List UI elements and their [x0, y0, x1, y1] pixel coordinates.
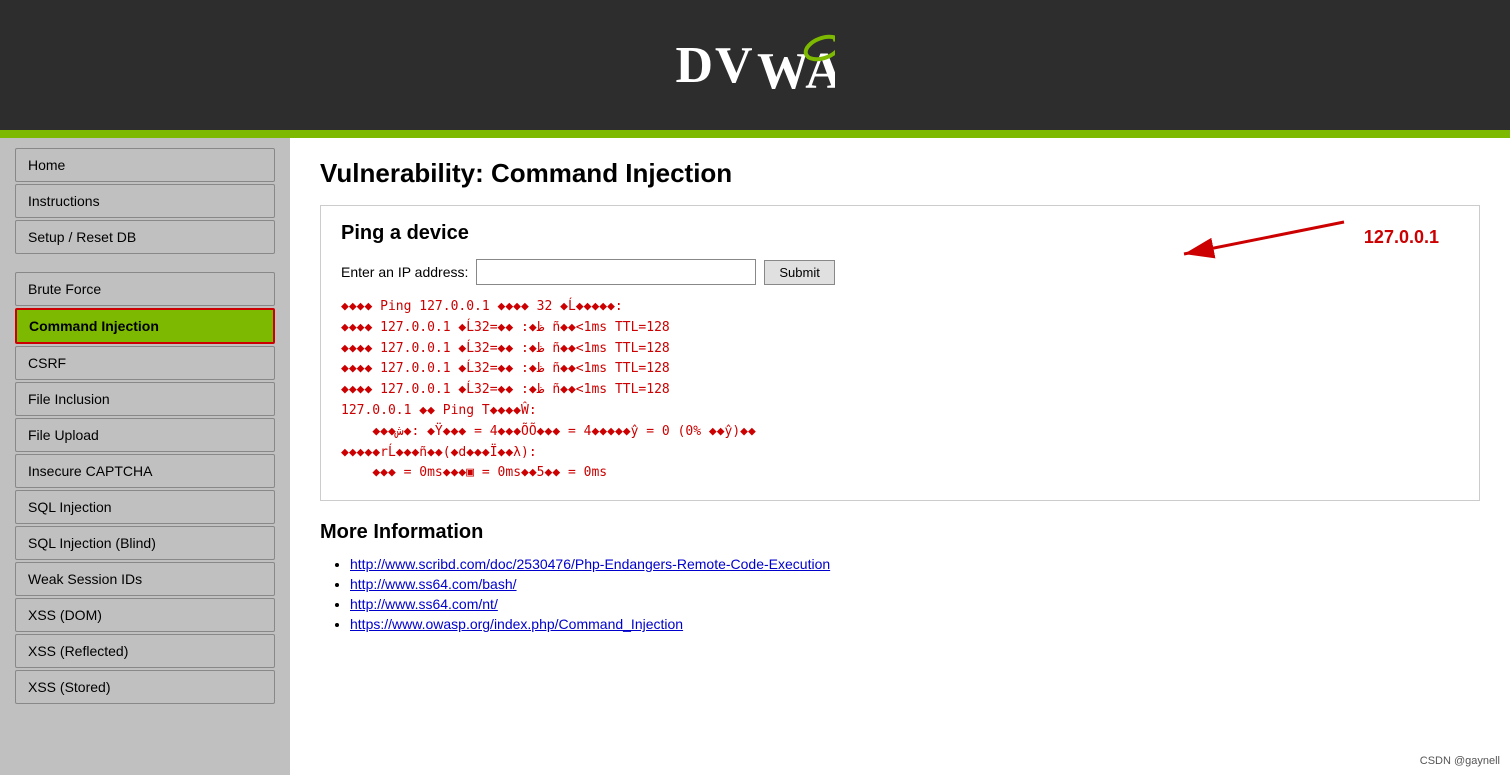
- sidebar: Home Instructions Setup / Reset DB Brute…: [0, 138, 290, 775]
- watermark: CSDN @gaynell: [1420, 755, 1500, 767]
- output-line: ◆◆◆ش◆: ◆Ÿ◆◆◆ = 4◆◆◆ÕÕ◆◆◆ = 4◆◆◆◆◆ŷ = 0 (…: [341, 422, 1459, 443]
- more-info-link-3[interactable]: https://www.owasp.org/index.php/Command_…: [350, 616, 683, 632]
- output-line: ◆◆◆ = 0ms◆◆◆▣ = 0ms◆◆5◆◆ = 0ms: [341, 463, 1459, 484]
- output-line: ◆◆◆◆ 127.0.0.1 ◆Ĺ32=◆◆ :◆ظ ñ◆◆<1ms TTL=1…: [341, 359, 1459, 380]
- logo-swirl-icon: WA: [755, 30, 835, 100]
- ping-box: 127.0.0.1 Ping a device Enter an IP addr…: [320, 205, 1480, 501]
- logo-text: DV: [675, 36, 754, 95]
- nav-group-top: Home Instructions Setup / Reset DB: [15, 148, 275, 254]
- list-item: http://www.ss64.com/bash/: [350, 576, 1480, 592]
- annotation-arrow-icon: [1134, 212, 1354, 262]
- annotation-ip-label: 127.0.0.1: [1364, 227, 1439, 248]
- sidebar-item-insecure-captcha[interactable]: Insecure CAPTCHA: [15, 454, 275, 488]
- more-info-link-2[interactable]: http://www.ss64.com/nt/: [350, 596, 498, 612]
- sidebar-item-instructions[interactable]: Instructions: [15, 184, 275, 218]
- ping-output: ◆◆◆◆ Ping 127.0.0.1 ◆◆◆◆ 32 ◆Ĺ◆◆◆◆◆:◆◆◆◆…: [341, 297, 1459, 484]
- sidebar-item-home[interactable]: Home: [15, 148, 275, 182]
- sidebar-item-weak-session-ids[interactable]: Weak Session IDs: [15, 562, 275, 596]
- nav-group-vulns: Brute Force Command Injection CSRF File …: [15, 272, 275, 704]
- list-item: http://www.scribd.com/doc/2530476/Php-En…: [350, 556, 1480, 572]
- sidebar-item-file-upload[interactable]: File Upload: [15, 418, 275, 452]
- sidebar-item-sql-injection-blind[interactable]: SQL Injection (Blind): [15, 526, 275, 560]
- page-title: Vulnerability: Command Injection: [320, 158, 1480, 189]
- output-line: ◆◆◆◆ 127.0.0.1 ◆Ĺ32=◆◆ :◆ظ ñ◆◆<1ms TTL=1…: [341, 380, 1459, 401]
- annotation-container: 127.0.0.1 Ping a device Enter an IP addr…: [341, 222, 1459, 285]
- output-line: ◆◆◆◆ Ping 127.0.0.1 ◆◆◆◆ 32 ◆Ĺ◆◆◆◆◆:: [341, 297, 1459, 318]
- ping-label: Enter an IP address:: [341, 264, 468, 280]
- more-info-list: http://www.scribd.com/doc/2530476/Php-En…: [320, 556, 1480, 632]
- main-content: Vulnerability: Command Injection 127.0.0…: [290, 138, 1510, 775]
- green-bar: [0, 130, 1510, 138]
- output-line: 127.0.0.1 ◆◆ Ping T◆◆◆◆Ŵ:: [341, 401, 1459, 422]
- dvwa-logo: DV WA: [675, 30, 834, 100]
- sidebar-item-setup[interactable]: Setup / Reset DB: [15, 220, 275, 254]
- sidebar-item-command-injection[interactable]: Command Injection: [15, 308, 275, 344]
- sidebar-item-xss-stored[interactable]: XSS (Stored): [15, 670, 275, 704]
- sidebar-item-file-inclusion[interactable]: File Inclusion: [15, 382, 275, 416]
- sidebar-item-sql-injection[interactable]: SQL Injection: [15, 490, 275, 524]
- output-line: ◆◆◆◆◆rĹ◆◆◆ñ◆◆(◆d◆◆◆Ï◆◆λ):: [341, 443, 1459, 464]
- ip-address-input[interactable]: [476, 259, 756, 285]
- svg-text:WA: WA: [757, 43, 835, 100]
- submit-button[interactable]: Submit: [764, 260, 834, 285]
- sidebar-item-brute-force[interactable]: Brute Force: [15, 272, 275, 306]
- sidebar-item-xss-dom[interactable]: XSS (DOM): [15, 598, 275, 632]
- ping-form: Enter an IP address: Submit: [341, 259, 1459, 285]
- output-line: ◆◆◆◆ 127.0.0.1 ◆Ĺ32=◆◆ :◆ظ ñ◆◆<1ms TTL=1…: [341, 318, 1459, 339]
- list-item: https://www.owasp.org/index.php/Command_…: [350, 616, 1480, 632]
- list-item: http://www.ss64.com/nt/: [350, 596, 1480, 612]
- arrow-annotation: 127.0.0.1: [1134, 212, 1439, 262]
- sidebar-item-csrf[interactable]: CSRF: [15, 346, 275, 380]
- more-info-title: More Information: [320, 521, 1480, 544]
- sidebar-item-xss-reflected[interactable]: XSS (Reflected): [15, 634, 275, 668]
- header: DV WA: [0, 0, 1510, 130]
- more-info-link-1[interactable]: http://www.ss64.com/bash/: [350, 576, 517, 592]
- layout: Home Instructions Setup / Reset DB Brute…: [0, 138, 1510, 775]
- more-info-link-0[interactable]: http://www.scribd.com/doc/2530476/Php-En…: [350, 556, 830, 572]
- output-line: ◆◆◆◆ 127.0.0.1 ◆Ĺ32=◆◆ :◆ظ ñ◆◆<1ms TTL=1…: [341, 339, 1459, 360]
